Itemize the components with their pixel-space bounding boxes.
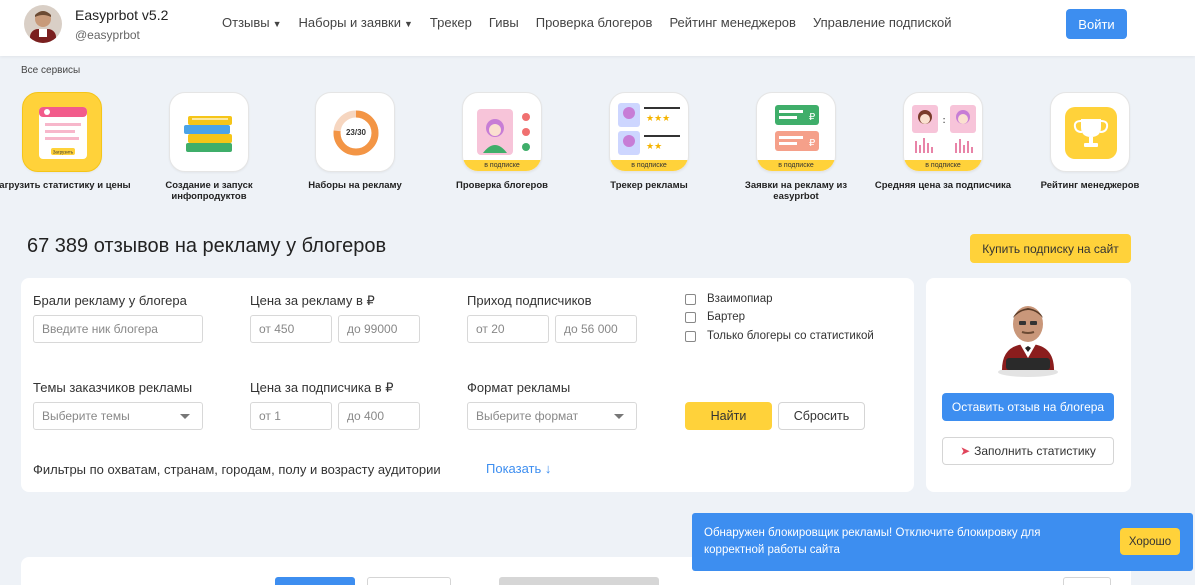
checkbox-label: Только блогеры со статистикой [707,330,874,342]
books-icon [169,92,249,172]
checkbox-label: Бартер [707,311,746,323]
fill-stats-button[interactable]: ➤ Заполнить статистику [942,437,1114,465]
blogger-check-icon: в подписке [462,92,542,172]
review-side-panel: Оставить отзыв на блогера ➤ Заполнить ста… [926,278,1131,492]
subscription-tag: в подписке [463,160,541,171]
service-label: Создание и запуск инфопродуктов [165,180,253,202]
svg-text:★★★: ★★★ [646,114,670,124]
filters-panel: Брали рекламу у блогера Введите ник блог… [21,278,914,492]
service-label: Трекер рекламы [610,180,688,191]
checkbox-box[interactable] [685,311,696,323]
brand-avatar[interactable] [24,5,62,43]
results-tab[interactable] [367,577,451,585]
price-from-input[interactable]: от 450 [250,315,332,343]
adblock-notice: Обнаружен блокировщик рекламы! Отключите… [692,513,1193,571]
adblock-notice-text: Обнаружен блокировщик рекламы! Отключите… [704,527,1041,556]
format-filter-label: Формат рекламы [467,380,571,395]
price-to-input[interactable]: до 99000 [338,315,420,343]
service-label: Загрузить статистику и цены [0,180,131,191]
topics-filter-label: Темы заказчиков рекламы [33,380,193,395]
service-label: Заявки на рекламу из easyprbot [744,180,848,202]
income-filter-label: Приход подписчиков [467,293,592,308]
sub-price-filter-label: Цена за подписчика в ₽ [250,380,394,395]
chevron-down-icon: ▼ [272,19,282,29]
results-control[interactable] [1063,577,1111,585]
audience-filters-label: Фильтры по охватам, странам, городам, по… [33,462,441,477]
upload-stats-icon: Загрузить [22,92,102,172]
trophy-icon [1050,92,1130,172]
mascot-illustration [992,300,1064,378]
ad-requests-icon: ₽ ₽ в подписке [756,92,836,172]
checkbox-label: Взаимопиар [707,293,773,305]
service-ad-requests[interactable]: ₽ ₽ в подписке Заявки на рекламу из easy… [716,92,876,202]
subscription-tag: в подписке [757,160,835,171]
service-upload-stats[interactable]: Загрузить Загрузить статистику и цены [0,92,142,191]
price-compare-icon: : в подписке [903,92,983,172]
page-title: 67 389 отзывов на рекламу у блогеров [27,235,387,257]
rocket-icon: ➤ [960,444,971,458]
income-from-input[interactable]: от 20 [467,315,549,343]
nav-blogger-check[interactable]: Проверка блогеров [536,15,653,30]
service-ad-tracker[interactable]: ★★★ ★★ в подписке Трекер рекламы [569,92,729,191]
service-ad-sets[interactable]: 23/30 Наборы на рекламу [275,92,435,191]
progress-ring-text: 23/30 [346,128,367,137]
nav-reviews-label: Отзывы [222,15,270,30]
main-nav: Отзывы ▼ Наборы и заявки ▼ Трекер Гивы Про… [222,15,969,30]
svg-text::: : [942,115,945,126]
svg-text:₽: ₽ [809,112,816,123]
checkbox-box[interactable] [685,330,696,342]
nav-reviews[interactable]: Отзывы ▼ [222,15,282,30]
blogger-filter-label: Брали рекламу у блогера [33,293,187,308]
brand-handle: @easyprbot [75,28,140,42]
buy-subscription-button[interactable]: Купить подписку на сайт [970,234,1131,263]
service-blogger-check[interactable]: в подписке Проверка блогеров [422,92,582,191]
nav-sets-label: Наборы и заявки [298,15,401,30]
topics-select[interactable]: Выберите темы [33,402,203,430]
subscription-tag: в подписке [904,160,982,171]
checkbox-with-stats[interactable]: Только блогеры со статистикой [685,330,874,342]
rating-tracker-icon: ★★★ ★★ в подписке [609,92,689,172]
login-button[interactable]: Войти [1066,9,1127,39]
progress-ring-icon: 23/30 [315,92,395,172]
svg-text:₽: ₽ [809,138,816,149]
checkbox-barter[interactable]: Бартер [685,311,745,323]
service-infoproducts[interactable]: Создание и запуск инфопродуктов [129,92,289,202]
service-manager-rating[interactable]: Рейтинг менеджеров [1010,92,1170,191]
nav-tracker[interactable]: Трекер [430,15,472,30]
show-more-filters-link[interactable]: Показать ↓ [486,461,551,476]
nav-sets-and-requests[interactable]: Наборы и заявки ▼ [299,15,413,30]
services-heading: Все сервисы [21,65,81,76]
service-label: Средняя цена за подписчика [874,180,1012,191]
brand-title[interactable]: Easyprbot v5.2 [75,7,168,23]
nav-giveaways[interactable]: Гивы [489,15,519,30]
sub-price-from-input[interactable]: от 1 [250,402,332,430]
format-select[interactable]: Выберите формат [467,402,637,430]
nav-manager-rating[interactable]: Рейтинг менеджеров [669,15,796,30]
nav-subscription[interactable]: Управление подпиской [813,15,952,30]
service-avg-price[interactable]: : в подписке Средняя цена за подписчика [863,92,1023,191]
service-label: Рейтинг менеджеров [1040,180,1140,191]
results-tab-active[interactable] [275,577,355,585]
service-label: Наборы на рекламу [308,180,402,191]
checkbox-mutual-pr[interactable]: Взаимопиар [685,293,773,305]
price-filter-label: Цена за рекламу в ₽ [250,293,375,308]
income-to-input[interactable]: до 56 000 [555,315,637,343]
notice-ok-button[interactable]: Хорошо [1120,528,1180,555]
sub-price-to-input[interactable]: до 400 [338,402,420,430]
subscription-tag: в подписке [610,160,688,171]
upload-tile-text: Загрузить [53,150,74,155]
chevron-down-icon: ▼ [404,19,413,29]
fill-stats-label: Заполнить статистику [974,444,1096,458]
top-navigation-bar: Easyprbot v5.2 @easyprbot Отзывы ▼ Наборы… [0,0,1195,56]
checkbox-box[interactable] [685,293,696,305]
find-button[interactable]: Найти [685,402,772,430]
reset-button[interactable]: Сбросить [778,402,865,430]
results-toggle[interactable] [499,577,659,585]
leave-review-button[interactable]: Оставить отзыв на блогера [942,393,1114,421]
blogger-nick-input[interactable]: Введите ник блогера [33,315,203,343]
svg-text:★★: ★★ [646,142,662,152]
service-label: Проверка блогеров [456,180,548,191]
